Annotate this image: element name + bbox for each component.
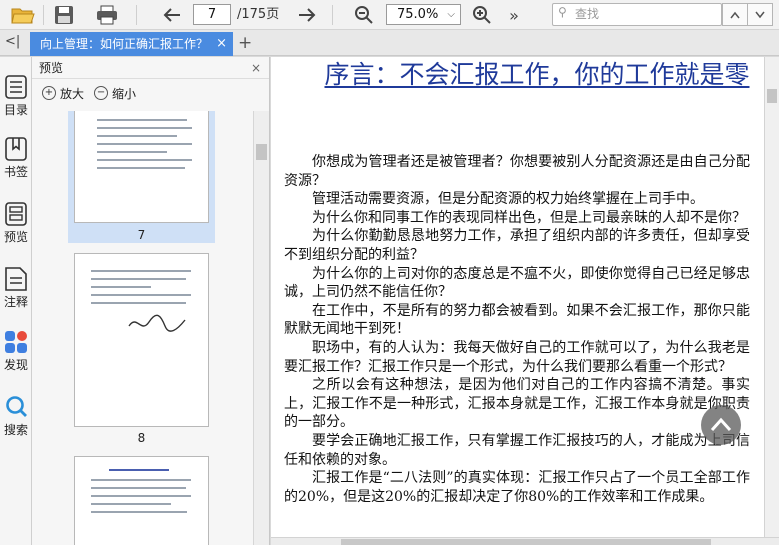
preview-zoom-out[interactable]: 缩小 xyxy=(112,85,136,102)
paragraph: 之所以会有这种想法，是因为他们对自己的工作内容搞不清楚。事实上，汇报工作不是一种… xyxy=(284,377,750,431)
search-next-button[interactable] xyxy=(747,3,773,26)
preview-scrollbar[interactable] xyxy=(253,111,269,545)
tab-bar: <| 向上管理：如何正确汇报工作？ × + xyxy=(0,30,779,56)
tab-close-icon[interactable]: × xyxy=(213,32,227,56)
document-viewport: 序言：不会汇报工作，你的工作就是零 你想成为管理者还是被管理者？你想要被别人分配… xyxy=(271,57,779,545)
list-icon xyxy=(5,75,27,99)
document-vertical-scrollbar[interactable] xyxy=(764,57,779,537)
search-input[interactable]: ⚲ 查找 xyxy=(552,3,722,26)
chevron-down-icon: ⌵ xyxy=(447,9,455,20)
preview-zoom-in[interactable]: 放大 xyxy=(60,85,84,102)
search-placeholder: 查找 xyxy=(575,7,600,21)
open-folder-icon[interactable] xyxy=(8,3,38,27)
toolbar: 7 /175页 75.0% ⌵ » ⚲ 查找 xyxy=(0,0,779,30)
document-body: 你想成为管理者还是被管理者？你想要被别人分配资源还是由自己分配资源？ 管理活动需要… xyxy=(284,153,750,506)
rail-item-preview[interactable]: 预览 xyxy=(0,202,32,245)
preview-panel: 预览 × + 放大 − 缩小 7 8 xyxy=(32,57,270,545)
page-total: /175页 xyxy=(237,7,280,22)
search-prev-button[interactable] xyxy=(722,3,748,26)
zoom-value: 75.0% xyxy=(397,7,439,22)
zoom-in-icon[interactable] xyxy=(468,3,496,27)
sidebar-collapse-button[interactable]: <| xyxy=(5,34,20,49)
thumbnail-page[interactable] xyxy=(74,456,209,545)
document-page: 序言：不会汇报工作，你的工作就是零 你想成为管理者还是被管理者？你想要被别人分配… xyxy=(271,57,764,537)
rail-item-search[interactable]: 搜索 xyxy=(0,395,32,438)
apps-grid-icon xyxy=(5,331,27,353)
tab-label: 向上管理：如何正确汇报工作？ xyxy=(40,37,209,51)
scroll-to-top-button[interactable] xyxy=(701,405,741,445)
preview-close-icon[interactable]: × xyxy=(251,57,261,79)
rail-label: 注释 xyxy=(3,295,28,309)
pdf-reader-window: 7 /175页 75.0% ⌵ » ⚲ 查找 <| 向上管理：如何正确汇报工作？… xyxy=(0,0,779,545)
new-tab-button[interactable]: + xyxy=(238,33,252,53)
preview-zoom-controls: + 放大 − 缩小 xyxy=(32,79,269,107)
rail-item-toc[interactable]: 目录 xyxy=(0,75,32,118)
chevron-up-icon xyxy=(710,417,732,432)
rail-label: 书签 xyxy=(3,165,28,179)
magnifier-icon xyxy=(6,396,27,417)
document-horizontal-scrollbar[interactable] xyxy=(271,537,779,545)
zoom-out-icon[interactable] xyxy=(350,3,378,27)
zoom-in-icon[interactable]: + xyxy=(42,86,56,100)
tab-document[interactable]: 向上管理：如何正确汇报工作？ × xyxy=(30,32,233,56)
rail-item-discover[interactable]: 发现 xyxy=(0,330,32,373)
rail-item-bookmark[interactable]: 书签 xyxy=(0,137,32,180)
next-page-icon[interactable] xyxy=(293,3,321,27)
paragraph: 为什么你勤勤恳恳地努力工作，承担了组织内部的许多责任，但却享受不到组织分配的利益… xyxy=(284,228,750,263)
thumbnails-icon xyxy=(5,202,27,226)
previous-page-icon[interactable] xyxy=(158,3,186,27)
document-title: 序言：不会汇报工作，你的工作就是零 xyxy=(324,60,750,89)
signature-icon xyxy=(128,314,186,332)
print-icon[interactable] xyxy=(92,3,122,27)
bookmark-icon xyxy=(5,137,27,161)
search-icon: ⚲ xyxy=(558,5,567,19)
zoom-select[interactable]: 75.0% ⌵ xyxy=(386,4,461,25)
note-icon xyxy=(5,267,27,291)
save-icon[interactable] xyxy=(50,3,78,27)
paragraph: 你想成为管理者还是被管理者？你想要被别人分配资源还是由自己分配资源？ xyxy=(284,154,750,189)
preview-header: 预览 × xyxy=(32,57,269,79)
thumbnail-page-number: 8 xyxy=(137,431,146,445)
thumbnail-page-number: 7 xyxy=(137,228,146,242)
thumbnail-page[interactable] xyxy=(74,111,209,223)
page-number-input[interactable]: 7 xyxy=(193,4,231,25)
rail-label: 发现 xyxy=(3,358,28,372)
rail-label: 预览 xyxy=(3,230,28,244)
rail-label: 目录 xyxy=(3,103,28,117)
zoom-out-icon[interactable]: − xyxy=(94,86,109,100)
paragraph: 在工作中，不是所有的努力都会被看到。如果不会汇报工作，那你只能默默无闻地干到死！ xyxy=(284,302,750,338)
paragraph: 职场中，有的人认为：我每天做好自己的工作就可以了，为什么我老是要汇报工作？汇报工… xyxy=(284,339,750,375)
paragraph: 为什么你和同事工作的表现同样出色，但是上司最亲昧的人却不是你？ xyxy=(312,209,746,226)
thumbnail-list: 7 8 xyxy=(32,111,254,545)
left-rail: 目录 书签 预览 注释 发现 搜索 xyxy=(0,57,32,545)
more-tools-button[interactable]: » xyxy=(504,3,524,27)
thumbnail-page[interactable] xyxy=(74,253,209,427)
preview-title: 预览 xyxy=(39,61,64,75)
paragraph: 为什么你的上司对你的态度总是不瘟不火，即使你觉得自己已经足够忠诚，上司仍然不能信… xyxy=(284,265,750,301)
paragraph: 要学会正确地汇报工作，只有掌握工作汇报技巧的人，才能成为上司信任和依赖的对象。 xyxy=(284,432,750,468)
rail-label: 搜索 xyxy=(3,423,28,437)
paragraph: 管理活动需要资源，但是分配资源的权力始终掌握在上司手中。 xyxy=(312,191,704,208)
paragraph: 汇报工作是“二八法则”的真实体现：汇报工作只占了一个员工全部工作的20%，但是这… xyxy=(284,470,750,505)
rail-item-annotation[interactable]: 注释 xyxy=(0,267,32,310)
